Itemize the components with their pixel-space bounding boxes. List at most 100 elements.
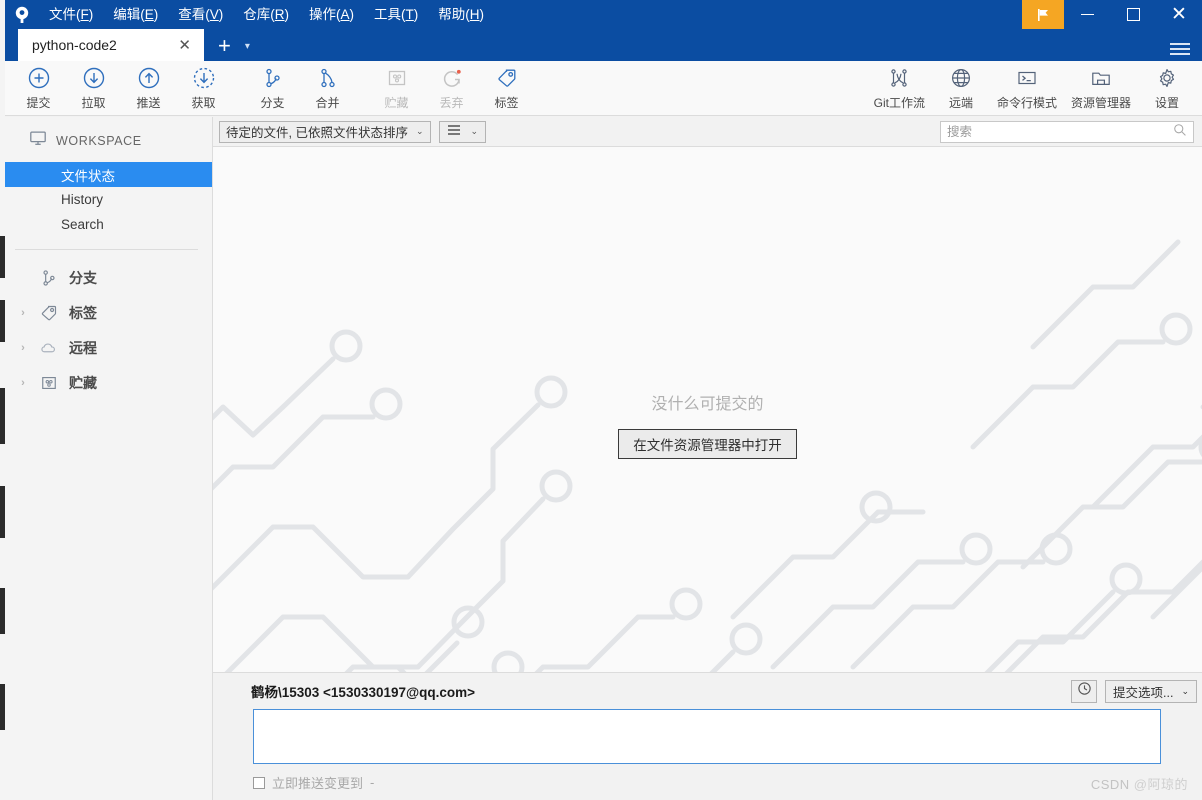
sidebar-item-history[interactable]: History (5, 187, 212, 212)
menu-item-actions[interactable]: 操作(A) (299, 0, 364, 29)
tab-python-code2[interactable]: python-code2 ✕ (18, 29, 204, 61)
toolbar-label: 拉取 (81, 96, 106, 110)
commit-message-box[interactable] (253, 709, 1161, 764)
discard-refresh-icon (440, 65, 464, 91)
sidebar-group-stashes[interactable]: › 贮藏 (5, 365, 212, 400)
search-input[interactable] (947, 125, 1173, 139)
toolbar-explorer-button[interactable]: 资源管理器 (1064, 62, 1138, 115)
hamburger-menu-icon[interactable] (1170, 43, 1190, 55)
menu-item-edit[interactable]: 编辑(E) (103, 0, 168, 29)
list-lines-icon (447, 124, 461, 139)
sidebar: WORKSPACE 文件状态 History Search 分支 › 标签 › … (5, 117, 213, 800)
menu-item-help[interactable]: 帮助(H) (428, 0, 494, 29)
toolbar-label: 设置 (1154, 96, 1179, 110)
chevron-down-icon: ⌄ (415, 126, 424, 136)
view-mode-dropdown[interactable]: ⌄ (438, 120, 487, 143)
chevron-down-icon[interactable]: ▾ (245, 41, 250, 61)
stash-box-icon (37, 373, 61, 393)
open-in-explorer-button[interactable]: 在文件资源管理器中打开 (618, 429, 797, 459)
commit-plus-icon (27, 65, 51, 91)
sidebar-group-tags[interactable]: › 标签 (5, 295, 212, 330)
toolbar-push-button[interactable]: 推送 (121, 62, 176, 115)
tag-icon (37, 303, 61, 323)
workspace-label: WORKSPACE (56, 133, 142, 148)
empty-state: 没什么可提交的 在文件资源管理器中打开 (213, 390, 1202, 459)
push-up-arrow-icon (137, 65, 161, 91)
chevron-right-icon[interactable]: › (17, 307, 29, 319)
push-target-value: - (370, 775, 375, 790)
toolbar-merge-button[interactable]: 合并 (300, 62, 355, 115)
chevron-right-icon[interactable]: › (17, 377, 29, 389)
toolbar-label: 贮藏 (384, 96, 409, 110)
close-button[interactable]: ✕ (1156, 0, 1202, 29)
git-flow-icon (887, 65, 911, 91)
fetch-dashed-arrow-icon (192, 65, 216, 91)
filter-bar: 待定的文件, 已依照文件状态排序 ⌄ ⌄ (213, 117, 1202, 147)
watermark-brand: CSDN (1090, 777, 1130, 792)
toolbar-branch-button[interactable]: 分支 (245, 62, 300, 115)
chevron-right-icon[interactable]: › (17, 342, 29, 354)
push-changes-label: 立即推送变更到 (272, 776, 364, 791)
sidebar-group-label: 远程 (69, 339, 97, 356)
toolbar-label: 丢弃 (439, 96, 464, 110)
merge-icon (316, 65, 340, 91)
toolbar-label: 分支 (260, 96, 285, 110)
toolbar-stash-button[interactable]: 贮藏 (369, 62, 424, 115)
toolbar-label: 远端 (948, 96, 973, 110)
commit-options-button[interactable]: 提交选项... ⌄ (1105, 679, 1197, 703)
sidebar-groups: 分支 › 标签 › 远程 › 贮藏 (5, 260, 212, 400)
main-toolbar: 提交 拉取 推送 获取 分支 合并 贮藏 丢弃 标签 Git工作流 远端 命令行… (5, 61, 1202, 116)
menu-item-view[interactable]: 查看(V) (168, 0, 233, 29)
branch-icon (261, 65, 285, 91)
toolbar-settings-button[interactable]: 设置 (1138, 62, 1196, 115)
toolbar-label: 标签 (494, 96, 519, 110)
toolbar-label: 资源管理器 (1070, 96, 1131, 110)
commit-header: 鹤杨\15303 <1530330197@qq.com> 提交选项... ⌄ (213, 673, 1202, 709)
toolbar-gitflow-button[interactable]: Git工作流 (867, 62, 932, 115)
workspace-header: WORKSPACE (5, 117, 212, 162)
push-changes-row[interactable]: 立即推送变更到 - (253, 773, 374, 792)
title-bar: 文件(F) 编辑(E) 查看(V) 仓库(R) 操作(A) 工具(T) 帮助(H… (5, 0, 1202, 29)
sidebar-group-remotes[interactable]: › 远程 (5, 330, 212, 365)
toolbar-terminal-button[interactable]: 命令行模式 (990, 62, 1064, 115)
toolbar-commit-button[interactable]: 提交 (11, 62, 66, 115)
commit-author: 鹤杨\15303 <1530330197@qq.com> (251, 685, 476, 700)
globe-icon (949, 65, 973, 91)
pull-down-arrow-icon (82, 65, 106, 91)
sort-dropdown[interactable]: 待定的文件, 已依照文件状态排序 ⌄ (219, 120, 431, 143)
stash-box-icon (385, 65, 409, 91)
push-changes-checkbox[interactable] (253, 776, 265, 789)
toolbar-pull-button[interactable]: 拉取 (66, 62, 121, 115)
toolbar-label: 合并 (315, 96, 340, 110)
sourcetree-window: 文件(F) 编辑(E) 查看(V) 仓库(R) 操作(A) 工具(T) 帮助(H… (0, 0, 1202, 800)
cloud-icon (37, 338, 61, 358)
commit-history-button[interactable] (1071, 679, 1098, 703)
menu-item-tools[interactable]: 工具(T) (364, 0, 428, 29)
commit-message-input[interactable] (254, 710, 1160, 763)
sidebar-item-file-status[interactable]: 文件状态 (5, 162, 212, 187)
gear-icon (1155, 65, 1179, 91)
commit-header-actions: 提交选项... ⌄ (1071, 679, 1197, 703)
maximize-button[interactable] (1110, 0, 1156, 29)
sidebar-item-search[interactable]: Search (5, 212, 212, 237)
new-tab-button[interactable]: + (218, 35, 231, 61)
main-panel: 待定的文件, 已依照文件状态排序 ⌄ ⌄ 搜索 没什么可提交的 在文件资源管理器… (213, 117, 1202, 800)
toolbar-tag-button[interactable]: 标签 (479, 62, 534, 115)
sidebar-item-label: Search (61, 217, 104, 232)
toolbar-fetch-button[interactable]: 获取 (176, 62, 231, 115)
flag-icon[interactable] (1022, 0, 1064, 29)
minimize-button[interactable] (1064, 0, 1110, 29)
menu-item-file[interactable]: 文件(F) (39, 0, 103, 29)
search-box[interactable] (940, 121, 1194, 143)
menu-item-repository[interactable]: 仓库(R) (233, 0, 299, 29)
sidebar-group-branches[interactable]: 分支 (5, 260, 212, 295)
toolbar-discard-button[interactable]: 丢弃 (424, 62, 479, 115)
window-controls: ✕ (1022, 0, 1202, 29)
close-icon[interactable]: ✕ (174, 38, 195, 53)
toolbar-label: 获取 (191, 96, 216, 110)
empty-state-message: 没什么可提交的 (651, 396, 764, 413)
sidebar-group-label: 分支 (69, 269, 97, 286)
toolbar-remote-button[interactable]: 远端 (932, 62, 990, 115)
chevron-down-icon: ⌄ (470, 126, 479, 136)
csdn-watermark: CSDN @阿琼的 (1091, 774, 1188, 793)
